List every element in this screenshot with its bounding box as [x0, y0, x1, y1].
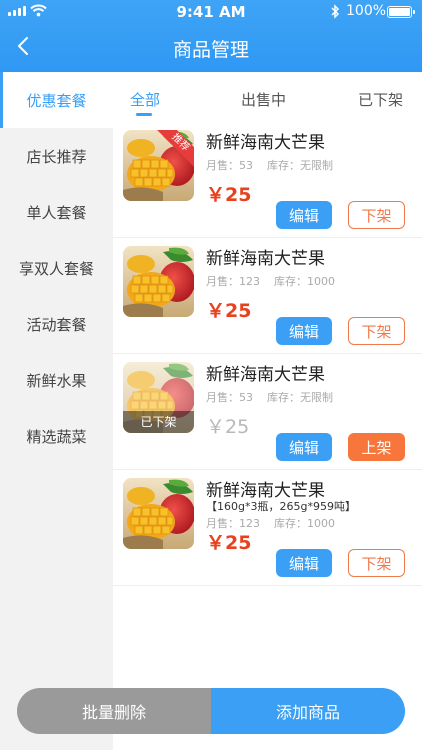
product-price: ￥25 — [206, 184, 252, 206]
product-meta: 月售：123 库存：1000 — [206, 273, 335, 289]
sidebar-item-vegetables[interactable]: 精选蔬菜 — [0, 408, 113, 464]
stock: 库存：1000 — [274, 517, 335, 530]
bottom-action-bar: 批量删除 添加商品 — [17, 688, 405, 734]
sidebar-item-event-combo[interactable]: 活动套餐 — [0, 296, 113, 352]
stock: 库存：1000 — [274, 275, 335, 288]
product-meta: 月售：53 库存：无限制 — [206, 389, 333, 405]
sidebar-item-label: 新鲜水果 — [26, 371, 87, 390]
product-card[interactable]: 已下架 新鲜海南大芒果 月售：53 库存：无限制 ￥25 编辑 上架 — [113, 354, 422, 470]
sidebar-item-manager-pick[interactable]: 店长推荐 — [0, 128, 113, 184]
sidebar-item-label: 店长推荐 — [26, 147, 87, 166]
battery-percent: 100% — [346, 3, 387, 19]
edit-button[interactable]: 编辑 — [276, 317, 332, 345]
product-meta: 月售：53 库存：无限制 — [206, 157, 333, 173]
header: 9:41 AM 100% 商品管理 — [0, 0, 422, 72]
add-product-button[interactable]: 添加商品 — [211, 688, 405, 734]
sidebar-item-fresh-fruit[interactable]: 新鲜水果 — [0, 352, 113, 408]
product-spec: 【160g*3瓶，265g*959吨】 — [206, 500, 356, 513]
sidebar-item-label: 活动套餐 — [26, 315, 87, 334]
page-title: 商品管理 — [172, 39, 249, 61]
bluetooth-icon — [331, 4, 340, 19]
list-button[interactable]: 上架 — [348, 433, 405, 461]
monthly-sales: 月售：123 — [206, 275, 260, 288]
delist-button[interactable]: 下架 — [348, 317, 405, 345]
product-price: ￥25 — [206, 416, 250, 438]
product-image — [123, 478, 194, 549]
delist-button[interactable]: 下架 — [348, 549, 405, 577]
product-card[interactable]: 推荐 新鲜海南大芒果 月售：53 库存：无限制 ￥25 编辑 下架 — [113, 122, 422, 238]
tab-on-sale[interactable]: 出售中 — [241, 89, 286, 110]
batch-delete-button[interactable]: 批量删除 — [17, 688, 211, 734]
product-name: 新鲜海南大芒果 — [206, 249, 325, 269]
sidebar-item-label: 单人套餐 — [26, 203, 87, 222]
stock: 库存：无限制 — [267, 391, 333, 404]
product-name: 新鲜海南大芒果 — [206, 365, 325, 385]
product-list: 推荐 新鲜海南大芒果 月售：53 库存：无限制 ￥25 编辑 下架 新鲜海南大芒果… — [113, 122, 422, 586]
product-image — [123, 246, 194, 317]
tab-all[interactable]: 全部 — [130, 89, 160, 110]
monthly-sales: 月售：53 — [206, 159, 253, 172]
edit-button[interactable]: 编辑 — [276, 433, 332, 461]
product-price: ￥25 — [206, 300, 252, 322]
stock: 库存：无限制 — [267, 159, 333, 172]
delist-button[interactable]: 下架 — [348, 201, 405, 229]
product-price: ￥25 — [206, 532, 252, 554]
monthly-sales: 月售：53 — [206, 391, 253, 404]
product-image: 推荐 — [123, 130, 194, 201]
sidebar-item-single-combo[interactable]: 单人套餐 — [0, 184, 113, 240]
delisted-overlay: 已下架 — [123, 411, 194, 433]
tab-indicator — [136, 113, 152, 116]
edit-button[interactable]: 编辑 — [276, 549, 332, 577]
category-sidebar: 优惠套餐 店长推荐 单人套餐 享双人套餐 活动套餐 新鲜水果 精选蔬菜 — [0, 72, 113, 750]
sidebar-item-discount-combo[interactable]: 优惠套餐 — [0, 72, 113, 128]
sidebar-item-double-combo[interactable]: 享双人套餐 — [0, 240, 113, 296]
sidebar-item-label: 优惠套餐 — [26, 91, 87, 110]
product-card[interactable]: 新鲜海南大芒果 月售：123 库存：1000 ￥25 编辑 下架 — [113, 238, 422, 354]
sidebar-item-label: 享双人套餐 — [18, 259, 94, 278]
edit-button[interactable]: 编辑 — [276, 201, 332, 229]
product-name: 新鲜海南大芒果 — [206, 133, 325, 153]
status-bar: 9:41 AM 100% — [0, 0, 422, 24]
product-card[interactable]: 新鲜海南大芒果 【160g*3瓶，265g*959吨】 月售：123 库存：100… — [113, 470, 422, 586]
product-image: 已下架 — [123, 362, 194, 433]
status-tabs: 全部 出售中 已下架 — [113, 72, 422, 122]
battery-icon — [387, 6, 415, 18]
tab-delisted[interactable]: 已下架 — [358, 89, 403, 110]
sidebar-item-label: 精选蔬菜 — [26, 427, 87, 446]
